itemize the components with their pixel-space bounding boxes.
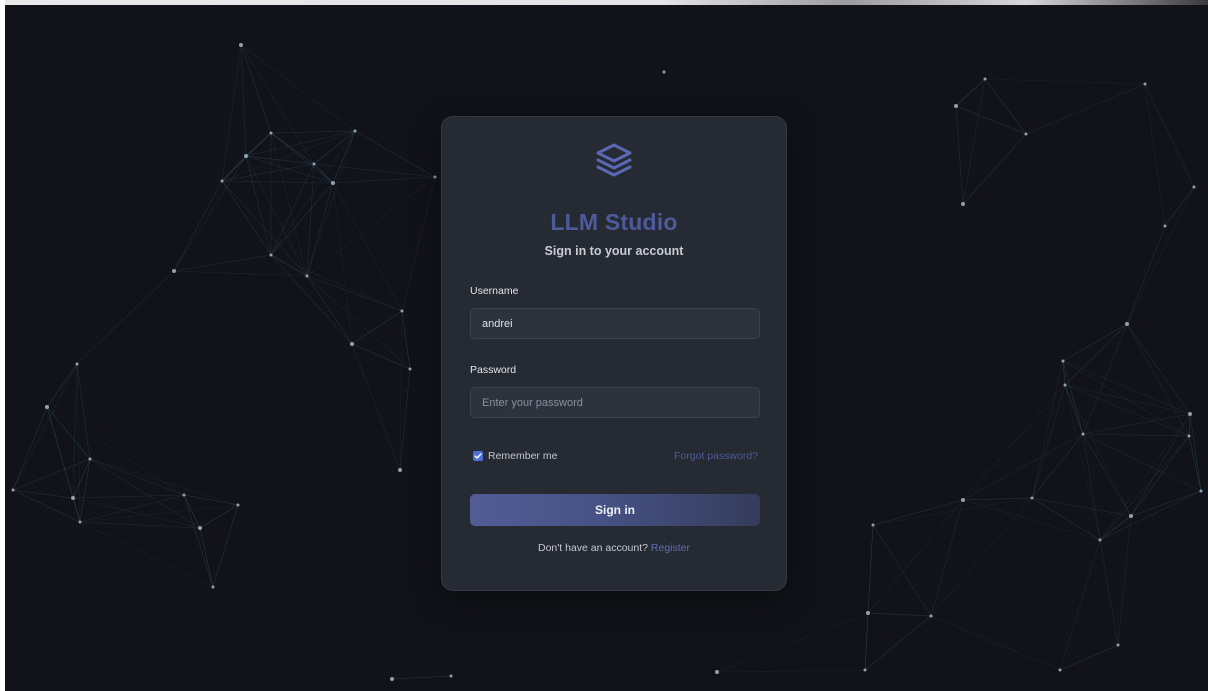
- remember-me-checkbox[interactable]: [473, 451, 483, 461]
- register-link[interactable]: Register: [651, 542, 690, 554]
- register-prompt-text: Don't have an account?: [537, 542, 648, 554]
- username-label: Username: [470, 285, 519, 297]
- remember-me-toggle[interactable]: Remember me: [473, 450, 557, 462]
- stacked-layers-icon: [596, 143, 632, 177]
- login-card: LLM Studio Sign in to your account Usern…: [441, 116, 787, 591]
- page-viewport: LLM Studio Sign in to your account Usern…: [5, 5, 1208, 691]
- sign-in-button[interactable]: Sign in: [470, 494, 760, 526]
- password-label: Password: [470, 364, 517, 376]
- username-input[interactable]: [470, 308, 760, 339]
- register-prompt-line: Don't have an account? Register: [442, 542, 786, 554]
- sign-in-subtitle: Sign in to your account: [544, 244, 684, 258]
- check-icon: [474, 453, 482, 459]
- password-input[interactable]: [470, 387, 760, 418]
- app-title: LLM Studio: [550, 209, 678, 235]
- remember-me-label: Remember me: [488, 450, 558, 462]
- forgot-password-link[interactable]: Forgot password?: [674, 450, 758, 462]
